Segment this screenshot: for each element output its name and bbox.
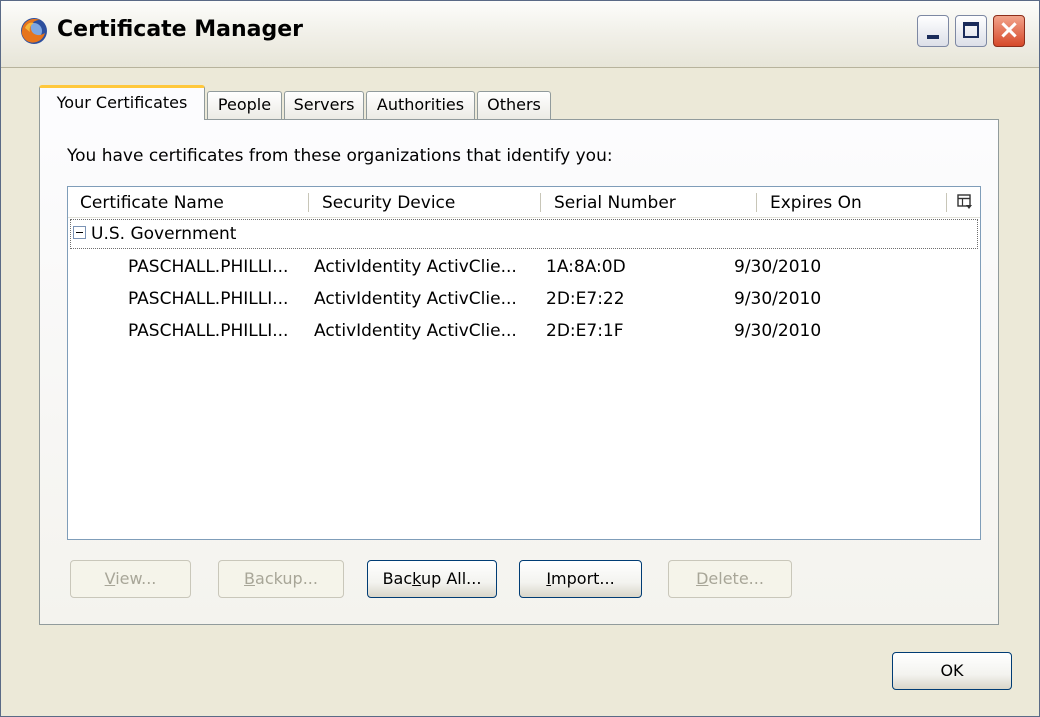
- tab-servers[interactable]: Servers: [284, 91, 364, 119]
- column-separator[interactable]: [946, 193, 947, 212]
- column-header-certificate-name[interactable]: Certificate Name: [80, 187, 224, 217]
- column-header-expires-on[interactable]: Expires On: [770, 187, 862, 217]
- tree-header: Certificate Name Security Device Serial …: [68, 187, 980, 218]
- title-bar[interactable]: Certificate Manager ×: [1, 1, 1039, 68]
- import-button[interactable]: Import...: [519, 560, 642, 598]
- cell-expires-on: 9/30/2010: [734, 321, 822, 341]
- view-button[interactable]: View...: [70, 560, 191, 598]
- cell-serial-number: 2D:E7:22: [546, 289, 625, 309]
- cell-certificate-name: PASCHALL.PHILLI...: [128, 321, 289, 341]
- tab-authorities[interactable]: Authorities: [366, 91, 475, 119]
- firefox-icon: [21, 18, 47, 44]
- collapse-icon[interactable]: [73, 226, 86, 239]
- column-header-serial-number[interactable]: Serial Number: [554, 187, 676, 217]
- cell-security-device: ActivIdentity ActivClie...: [314, 289, 517, 309]
- close-icon: ×: [998, 15, 1020, 45]
- table-row[interactable]: PASCHALL.PHILLI... ActivIdentity ActivCl…: [68, 315, 980, 347]
- cell-certificate-name: PASCHALL.PHILLI...: [128, 257, 289, 277]
- certificate-manager-window: Certificate Manager × Your Certificates …: [0, 0, 1040, 717]
- group-label: U.S. Government: [91, 224, 237, 244]
- table-row[interactable]: PASCHALL.PHILLI... ActivIdentity ActivCl…: [68, 283, 980, 315]
- cell-security-device: ActivIdentity ActivClie...: [314, 321, 517, 341]
- close-button[interactable]: ×: [993, 15, 1025, 47]
- column-separator[interactable]: [308, 193, 309, 212]
- tab-others[interactable]: Others: [477, 91, 551, 119]
- delete-button[interactable]: Delete...: [668, 560, 792, 598]
- minimize-button[interactable]: [917, 15, 949, 47]
- your-certificates-panel: You have certificates from these organiz…: [39, 119, 999, 625]
- maximize-button[interactable]: [955, 15, 987, 47]
- tab-your-certificates[interactable]: Your Certificates: [39, 85, 205, 120]
- cell-expires-on: 9/30/2010: [734, 289, 822, 309]
- certificate-tree[interactable]: Certificate Name Security Device Serial …: [67, 186, 981, 540]
- cell-serial-number: 1A:8A:0D: [546, 257, 626, 277]
- window-title: Certificate Manager: [57, 17, 304, 42]
- cell-certificate-name: PASCHALL.PHILLI...: [128, 289, 289, 309]
- column-separator[interactable]: [540, 193, 541, 212]
- backup-button[interactable]: Backup...: [218, 560, 344, 598]
- table-row[interactable]: PASCHALL.PHILLI... ActivIdentity ActivCl…: [68, 251, 980, 283]
- tree-group-us-government[interactable]: U.S. Government: [70, 219, 978, 249]
- column-header-security-device[interactable]: Security Device: [322, 187, 455, 217]
- tab-people[interactable]: People: [207, 91, 282, 119]
- column-picker-icon[interactable]: [957, 194, 973, 210]
- cell-serial-number: 2D:E7:1F: [546, 321, 624, 341]
- column-separator[interactable]: [756, 193, 757, 212]
- cell-security-device: ActivIdentity ActivClie...: [314, 257, 517, 277]
- backup-all-button[interactable]: Backup All...: [367, 560, 497, 598]
- cell-expires-on: 9/30/2010: [734, 257, 822, 277]
- intro-text: You have certificates from these organiz…: [67, 146, 613, 166]
- ok-button[interactable]: OK: [892, 652, 1012, 690]
